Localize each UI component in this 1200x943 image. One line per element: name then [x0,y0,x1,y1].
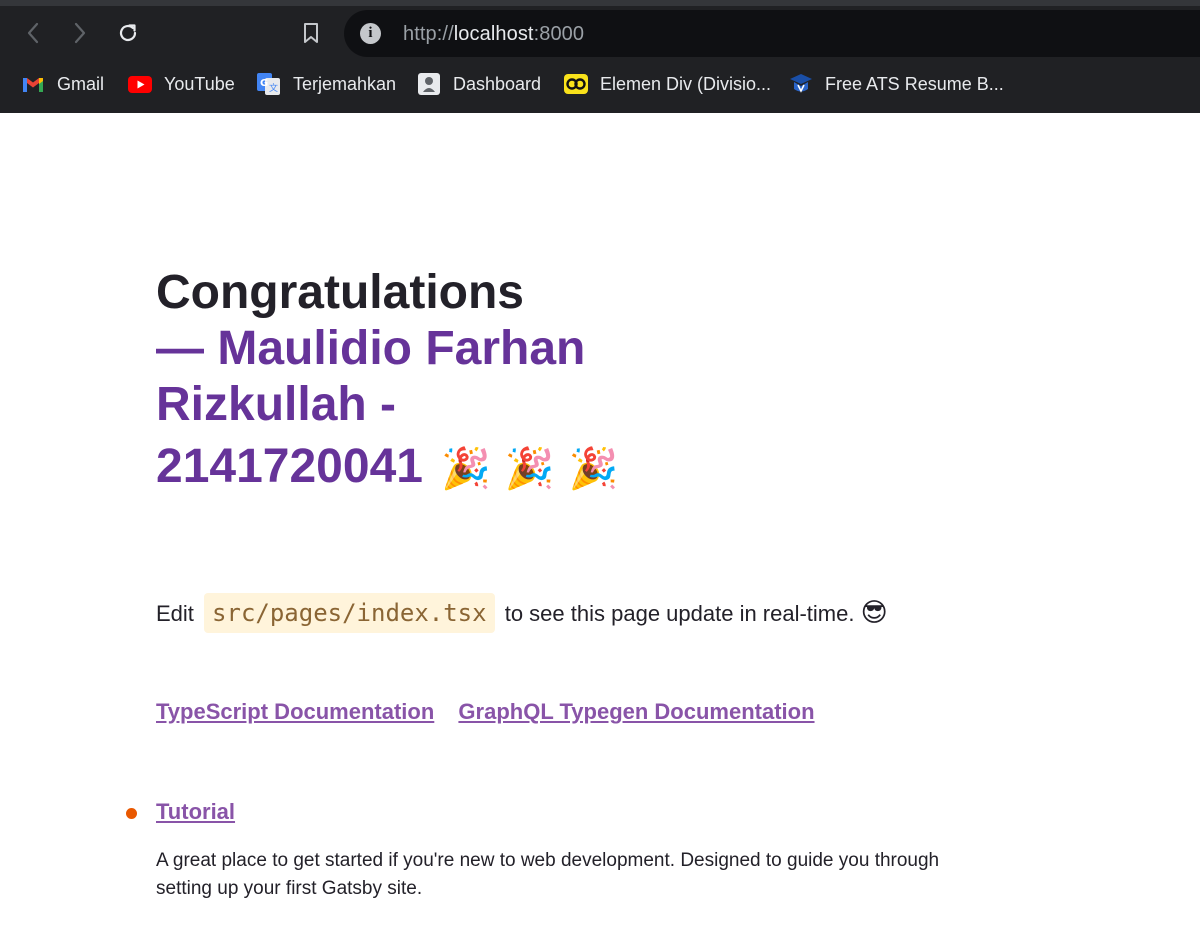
translate-icon: G文 [257,72,281,96]
forward-button[interactable] [67,18,93,48]
bookmark-label: Dashboard [453,73,542,94]
bookmark-dashboard[interactable]: Dashboard [417,71,541,97]
bookmark-label: Terjemahkan [293,73,397,94]
page-title: Congratulations — Maulidio Farhan Rizkul… [156,265,676,497]
bookmark-icon [304,23,318,43]
tutorial-link[interactable]: Tutorial [156,799,235,825]
party-popper-icon: 🎉 [504,447,555,491]
url-text[interactable]: http://localhost:8000 [403,23,584,46]
intro-paragraph: Edit src/pages/index.tsx to see this pag… [156,588,888,638]
bookmark-star-button[interactable] [298,18,324,48]
bookmark-label: Elemen Div (Divisio... [600,73,772,94]
bookmark-elemen-div[interactable]: Elemen Div (Divisio... [564,71,771,97]
browser-toolbar: i http://localhost:8000 [0,6,1200,60]
page-title-accent-line3-row: 2141720041 🎉 🎉 🎉 [156,439,676,497]
back-button[interactable] [20,18,46,48]
graphql-typegen-docs-link[interactable]: GraphQL Typegen Documentation [458,699,814,724]
page-title-main: Congratulations [156,266,524,319]
bookmarks-bar: Gmail YouTube G文 Terjemahkan Dashboard E… [0,64,1200,104]
bullet-dot [126,808,137,819]
reload-icon [119,24,137,42]
bookmark-label: YouTube [164,73,235,94]
bookmark-terjemahkan[interactable]: G文 Terjemahkan [257,71,396,97]
bookmark-youtube[interactable]: YouTube [128,71,235,97]
party-popper-icon: 🎉 [440,447,491,491]
codepolitan-icon [564,72,588,96]
bookmark-gmail[interactable]: Gmail [21,71,104,97]
party-popper-icon: 🎉 [568,447,619,491]
url-host: localhost [453,23,534,45]
youtube-icon [128,72,152,96]
file-path-code: src/pages/index.tsx [204,593,495,633]
intro-text-after: to see this page update in real-time. [504,601,855,626]
typescript-docs-link[interactable]: TypeScript Documentation [156,699,434,724]
dashboard-icon [417,72,441,96]
svg-text:G: G [260,78,268,89]
bookmark-label: Free ATS Resume B... [825,73,1004,94]
bookmark-free-ats-resume[interactable]: Free ATS Resume B... [789,71,1004,97]
reload-button[interactable] [115,18,141,48]
page-title-accent-line3: 2141720041 [156,440,423,493]
gmail-icon [21,72,45,96]
page-content: Congratulations — Maulidio Farhan Rizkul… [0,113,1200,943]
intro-text-before: Edit [156,601,194,626]
page-title-accent-line1: — Maulidio Farhan [156,322,586,375]
site-info-icon[interactable]: i [360,23,381,44]
tutorial-description: A great place to get started if you're n… [156,850,940,899]
resume-builder-icon [789,72,813,96]
chevron-left-icon [27,22,39,44]
sunglasses-icon: 😎 [860,597,888,627]
svg-text:文: 文 [269,82,278,94]
doc-links: TypeScript Documentation GraphQL Typegen… [156,699,815,725]
bookmark-label: Gmail [57,73,105,94]
browser-chrome: i http://localhost:8000 Gmail YouTube G文… [0,0,1200,113]
address-bar[interactable]: i http://localhost:8000 [344,10,1200,57]
chevron-right-icon [74,22,86,44]
list-item: Tutorial A great place to get started if… [126,799,976,903]
url-scheme: http:// [403,23,454,45]
page-title-accent-line2: Rizkullah - [156,378,397,431]
resource-list: Tutorial A great place to get started if… [126,799,976,903]
url-port: :8000 [533,23,585,45]
